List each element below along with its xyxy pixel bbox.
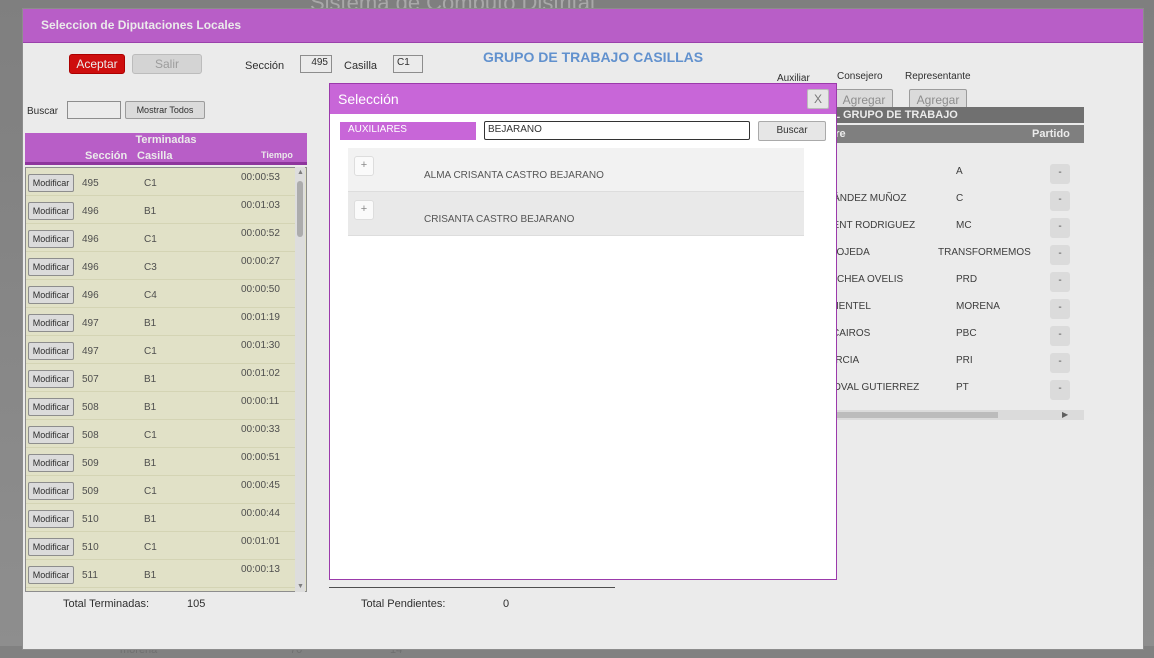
category-label: AUXILIARES: [340, 122, 476, 140]
person-name: ALMA CRISANTA CASTRO BEJARANO: [424, 170, 604, 181]
dialog-title: Selección: [338, 91, 399, 107]
selection-dialog: Selección X AUXILIARES BEJARANO Buscar +…: [329, 83, 837, 580]
add-icon[interactable]: +: [354, 200, 374, 220]
search-button[interactable]: Buscar: [758, 121, 826, 141]
person-name: CRISANTA CASTRO BEJARANO: [424, 214, 575, 225]
add-icon[interactable]: +: [354, 156, 374, 176]
name-search-input[interactable]: BEJARANO: [484, 121, 750, 140]
list-item[interactable]: + ALMA CRISANTA CASTRO BEJARANO: [348, 148, 804, 192]
close-button[interactable]: X: [807, 89, 829, 109]
dialog-title-bar: Selección X: [330, 84, 836, 114]
list-item[interactable]: + CRISANTA CASTRO BEJARANO: [348, 192, 804, 236]
